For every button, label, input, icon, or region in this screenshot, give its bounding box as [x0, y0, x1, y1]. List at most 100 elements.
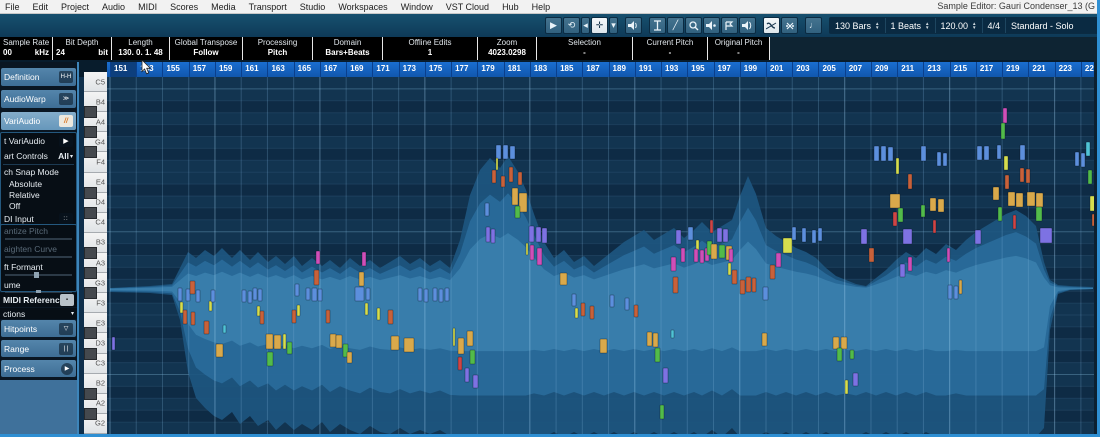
- pitch-segment[interactable]: [326, 310, 330, 323]
- snap-off-option[interactable]: Off: [1, 200, 76, 211]
- pitch-segment[interactable]: [947, 248, 950, 262]
- snap-absolute-option[interactable]: Absolute: [1, 178, 76, 189]
- pitch-segment[interactable]: [542, 228, 547, 243]
- piano-key-Asharp2[interactable]: [84, 408, 97, 420]
- pitch-segment[interactable]: [283, 334, 286, 349]
- ruler-tick-167[interactable]: 167: [320, 62, 346, 77]
- pitch-segment[interactable]: [575, 308, 578, 318]
- scrub-tool[interactable]: [721, 17, 738, 34]
- pitch-segment[interactable]: [336, 335, 342, 348]
- pitch-segment[interactable]: [610, 295, 614, 307]
- menu-item-transport[interactable]: Transport: [249, 2, 287, 12]
- ruler-tick-175[interactable]: 175: [425, 62, 451, 77]
- pitch-segment[interactable]: [1086, 142, 1090, 156]
- info-offline-edits[interactable]: Offline Edits1: [383, 37, 478, 60]
- pitch-segment[interactable]: [898, 208, 903, 222]
- pitch-segment[interactable]: [984, 146, 989, 160]
- shift-formant-slider[interactable]: [5, 274, 72, 276]
- pitch-segment[interactable]: [248, 291, 252, 303]
- grid-bars-field[interactable]: 130 Bars ▲▼: [830, 18, 886, 33]
- ruler-tick-217[interactable]: 217: [976, 62, 1002, 77]
- menu-item-edit[interactable]: Edit: [33, 2, 49, 12]
- pitch-segment[interactable]: [204, 321, 209, 334]
- play-button[interactable]: ▶: [545, 17, 562, 34]
- pitch-segment[interactable]: [314, 270, 319, 285]
- pitch-segment[interactable]: [473, 375, 478, 388]
- menu-item-midi[interactable]: MIDI: [138, 2, 157, 12]
- pitch-segment[interactable]: [600, 339, 607, 353]
- info-value[interactable]: Bars+Beats: [316, 48, 379, 57]
- pitch-segment[interactable]: [501, 176, 505, 187]
- pitch-segment[interactable]: [719, 245, 725, 258]
- info-value[interactable]: 130. 0. 1. 48: [115, 48, 166, 57]
- ruler-tick-203[interactable]: 203: [792, 62, 818, 77]
- pitch-segment[interactable]: [362, 252, 366, 266]
- pitch-segment[interactable]: [676, 230, 681, 244]
- pitch-segment[interactable]: [933, 220, 936, 233]
- pitch-segment[interactable]: [312, 288, 317, 301]
- pitch-segment[interactable]: [1026, 169, 1030, 183]
- pitch-segment[interactable]: [711, 244, 717, 259]
- pitch-segment[interactable]: [492, 170, 496, 183]
- draw-tool[interactable]: ╱: [667, 17, 684, 34]
- pitch-segment[interactable]: [530, 245, 534, 260]
- pitch-segment[interactable]: [850, 350, 854, 359]
- pitch-segment[interactable]: [975, 230, 981, 244]
- transport-more-button[interactable]: ◂: [581, 17, 590, 34]
- pitch-segment[interactable]: [1004, 156, 1008, 170]
- pitch-segment[interactable]: [491, 229, 495, 243]
- ruler-tick-173[interactable]: 173: [399, 62, 425, 77]
- pitch-segment[interactable]: [209, 301, 212, 311]
- pitch-segment[interactable]: [671, 257, 676, 271]
- pitch-segment[interactable]: [467, 331, 473, 346]
- ruler-tick-179[interactable]: 179: [477, 62, 503, 77]
- pitch-segment[interactable]: [260, 311, 264, 324]
- pitch-segment[interactable]: [355, 287, 364, 301]
- pitch-segment[interactable]: [948, 285, 952, 299]
- pitch-segment[interactable]: [253, 288, 257, 300]
- pitch-segment[interactable]: [700, 250, 704, 263]
- pitch-segment[interactable]: [653, 333, 658, 347]
- pitch-segment[interactable]: [833, 337, 839, 349]
- pitch-segment[interactable]: [663, 368, 668, 383]
- ruler-tick-215[interactable]: 215: [950, 62, 976, 77]
- pitch-segment[interactable]: [634, 305, 638, 317]
- pitch-segment[interactable]: [330, 334, 336, 347]
- menu-item-media[interactable]: Media: [211, 2, 236, 12]
- pitch-segment[interactable]: [377, 308, 380, 320]
- pitch-segment[interactable]: [258, 289, 262, 301]
- mode-select[interactable]: Standard - Solo ▾: [1006, 18, 1100, 33]
- section-definition[interactable]: Definition H-H: [1, 68, 76, 86]
- piano-key-Gsharp4[interactable]: [84, 146, 97, 158]
- pitch-segment[interactable]: [404, 338, 414, 352]
- pitch-segment[interactable]: [496, 145, 501, 159]
- ruler-tick-207[interactable]: 207: [845, 62, 871, 77]
- ruler-tick-171[interactable]: 171: [372, 62, 398, 77]
- pitch-segment[interactable]: [954, 286, 958, 299]
- pitch-segment[interactable]: [746, 277, 751, 292]
- info-value[interactable]: 1: [386, 48, 474, 57]
- pitch-segment[interactable]: [908, 257, 912, 271]
- stepper-icon[interactable]: ▲▼: [972, 22, 976, 30]
- info-value[interactable]: -: [636, 48, 704, 57]
- piano-key-Gsharp3[interactable]: [84, 287, 97, 299]
- pitch-segment[interactable]: [560, 273, 567, 285]
- pitch-segment[interactable]: [717, 228, 722, 242]
- ruler-tick-223[interactable]: 223: [1055, 62, 1081, 77]
- info-current-pitch[interactable]: Current Pitch-: [633, 37, 708, 60]
- pitch-segment[interactable]: [890, 194, 900, 208]
- pitch-segment[interactable]: [509, 167, 513, 182]
- pitch-segment[interactable]: [688, 227, 693, 240]
- section-range[interactable]: Range | |: [1, 340, 76, 357]
- info-length[interactable]: Length130. 0. 1. 48: [112, 37, 170, 60]
- functions-row[interactable]: ctions ▾: [0, 308, 77, 319]
- pitch-segment[interactable]: [1008, 192, 1015, 206]
- pitch-segment[interactable]: [424, 289, 428, 302]
- pitch-segment[interactable]: [655, 348, 660, 362]
- pitch-segment[interactable]: [896, 158, 899, 174]
- pitch-segment[interactable]: [529, 226, 534, 242]
- pitch-segment[interactable]: [216, 344, 223, 357]
- pitch-segment[interactable]: [696, 240, 699, 250]
- pitch-segment[interactable]: [900, 264, 905, 277]
- pitch-segment[interactable]: [792, 227, 796, 240]
